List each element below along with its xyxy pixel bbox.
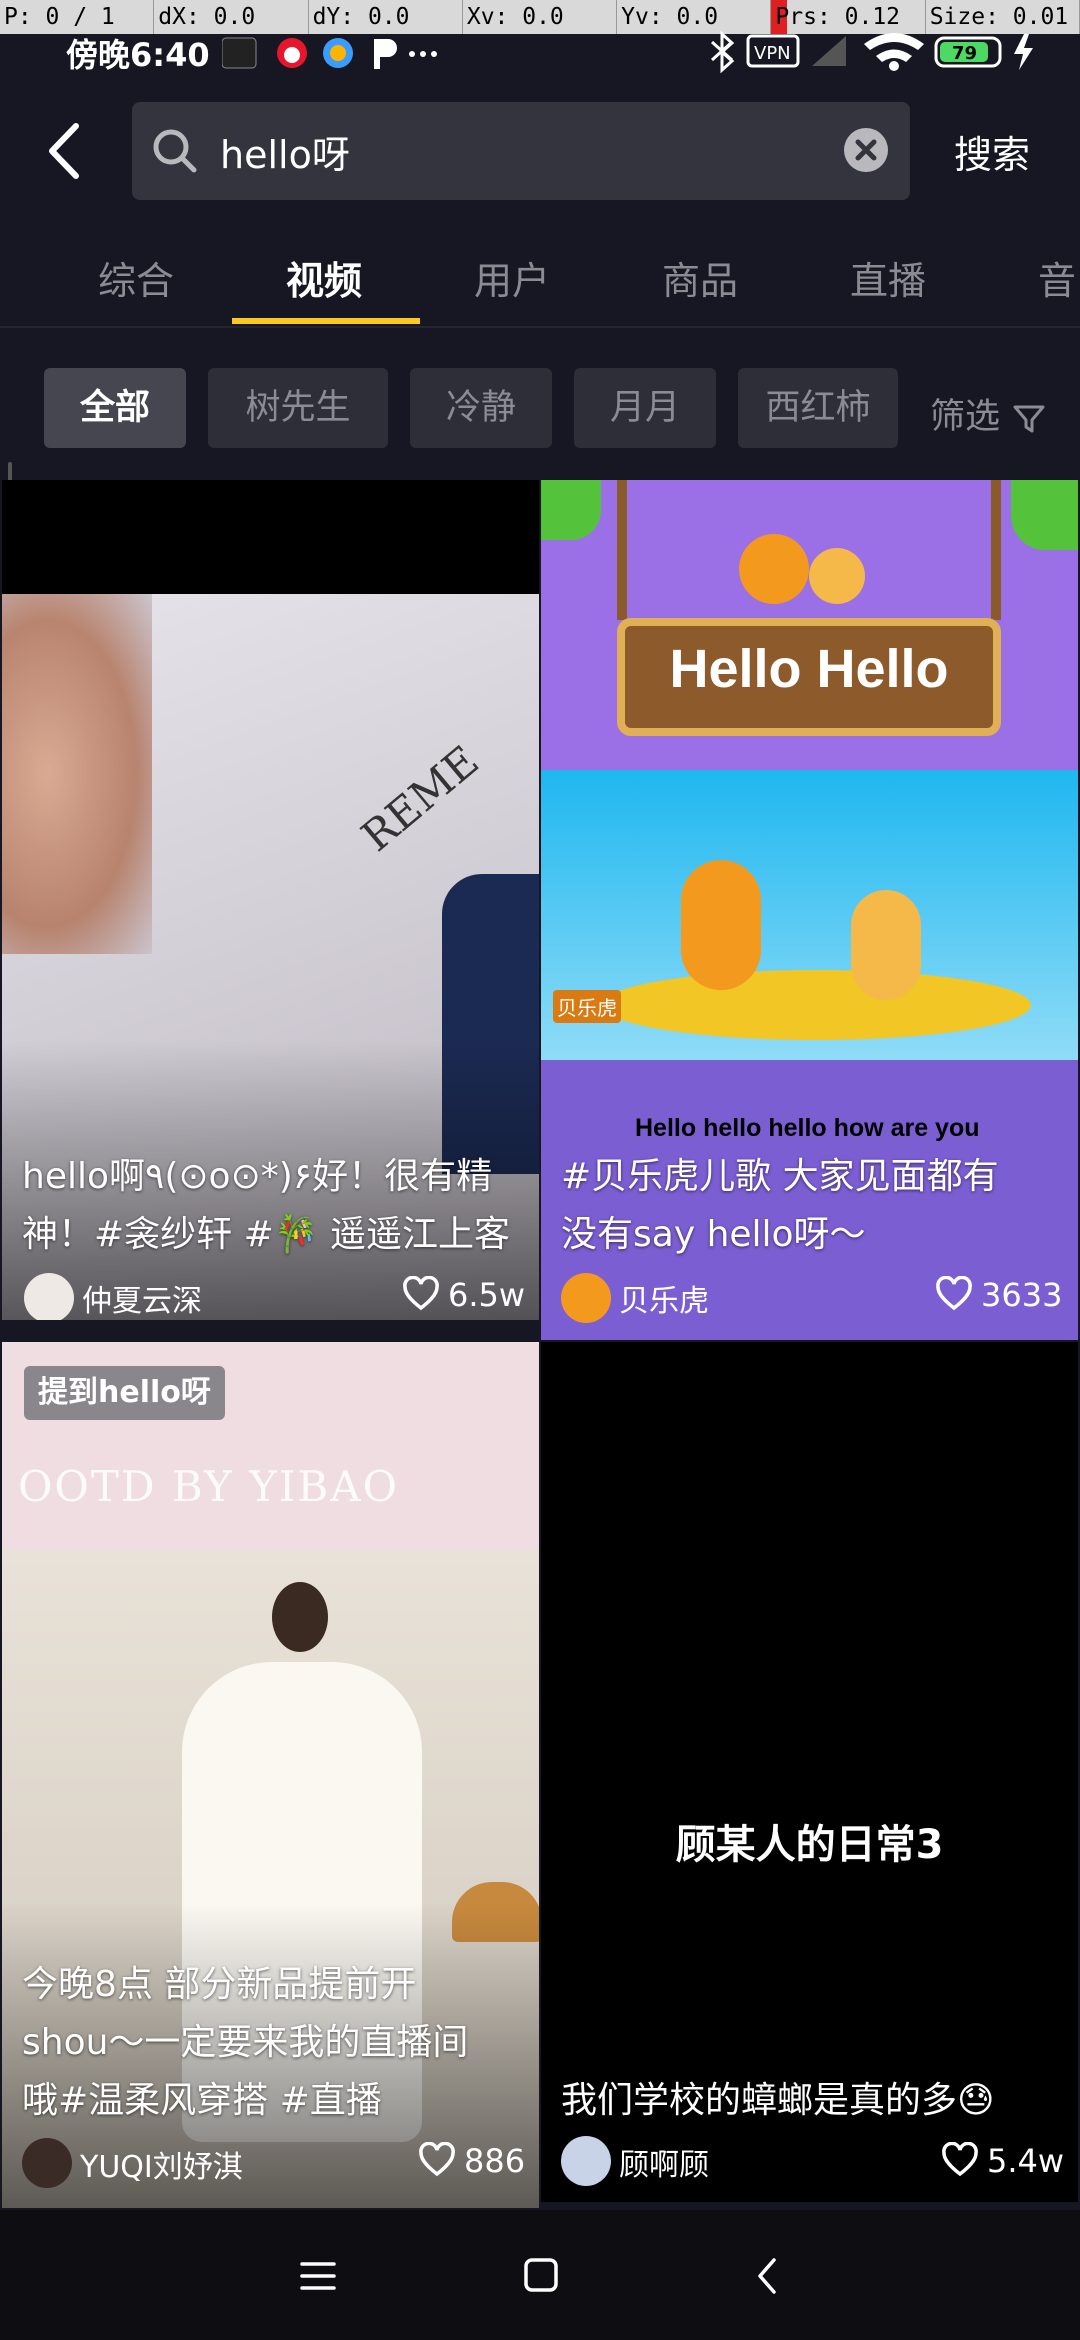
clear-search-button[interactable]: [844, 128, 888, 172]
filter-label: 筛选: [930, 397, 1001, 437]
heart-icon[interactable]: [935, 1276, 973, 1312]
video-caption-2: 没有say hello呀～: [561, 1214, 866, 1255]
debug-dx: dX: 0.0: [154, 0, 309, 34]
back-icon[interactable]: [752, 2256, 782, 2296]
video-caption: hello啊٩(⊙o⊙*)۶好！很有精: [22, 1156, 493, 1197]
tiger-icon: [681, 860, 761, 990]
search-icon: [153, 129, 197, 173]
notification-icons: [221, 37, 437, 69]
filter-button[interactable]: 筛选: [930, 388, 1047, 439]
tab-comprehensive[interactable]: 综合: [98, 250, 174, 305]
video-caption: #贝乐虎儿歌 大家见面都有: [561, 1156, 999, 1197]
search-button[interactable]: 搜索: [954, 124, 1030, 179]
charging-icon: [1014, 34, 1033, 70]
chip-lengjing[interactable]: 冷静: [410, 368, 552, 448]
like-count: 3633: [981, 1276, 1063, 1314]
video-caption-3: 哦#温柔风穿搭 #直播: [22, 2080, 382, 2121]
chip-xihongshi[interactable]: 西红柿: [738, 368, 898, 448]
person-head: [272, 1582, 328, 1652]
like-count: 886: [464, 2142, 526, 2180]
video-card-3[interactable]: OOTD BY YIBAO 提到hello呀 今晚8点 部分新品提前开 shou…: [2, 1342, 539, 2208]
video-card-1[interactable]: REME hello啊٩(⊙o⊙*)۶好！很有精 神！#衾纱轩 #🎋 遥遥江上客…: [2, 480, 539, 1320]
tab-live[interactable]: 直播: [850, 250, 926, 305]
tiger-icon: [851, 890, 921, 1000]
debug-prs: Prs: 0.12: [771, 0, 926, 34]
like-count: 5.4w: [987, 2142, 1065, 2180]
video-card-4[interactable]: 顾某人的日常3 我们学校的蟑螂是真的多😓 顾啊顾 5.4w: [541, 1342, 1078, 2202]
author-name[interactable]: 贝乐虎: [619, 1276, 709, 1320]
debug-dy: dY: 0.0: [309, 0, 463, 34]
debug-size: Size: 0.01: [926, 0, 1080, 34]
like-count: 6.5w: [448, 1276, 526, 1314]
status-icons: VPN 79: [704, 30, 1074, 78]
heart-icon[interactable]: [402, 1276, 440, 1312]
mention-badge: 提到hello呀: [24, 1366, 225, 1420]
bluetooth-icon: [710, 30, 735, 74]
video-thumbnail: Hello Hello: [541, 480, 1078, 770]
brand-logo: 贝乐虎: [553, 990, 621, 1023]
author-name[interactable]: 仲夏云深: [82, 1276, 202, 1320]
debug-pointer: P: 0 / 1: [0, 0, 155, 34]
tiger-icon: [739, 534, 809, 604]
app-icons-group: [221, 34, 442, 78]
active-tab-indicator: [232, 318, 420, 324]
filter-icon: [1013, 405, 1045, 433]
close-icon: [855, 139, 877, 161]
tab-users[interactable]: 用户: [474, 250, 550, 305]
avatar[interactable]: [22, 2138, 72, 2188]
video-caption-2: 神！#衾纱轩 #🎋 遥遥江上客: [22, 1214, 511, 1255]
video-caption: 今晚8点 部分新品提前开: [22, 1964, 417, 2005]
debug-xv: Xv: 0.0: [463, 0, 618, 34]
author-name[interactable]: 顾啊顾: [619, 2140, 709, 2184]
chip-yueyue[interactable]: 月月: [574, 368, 716, 448]
home-icon[interactable]: [522, 2256, 560, 2294]
video-caption: 我们学校的蟑螂是真的多😓: [561, 2080, 995, 2121]
system-nav-bar: [0, 2210, 1080, 2340]
back-arrow-icon[interactable]: [40, 116, 90, 186]
author-name[interactable]: YUQI刘妤淇: [80, 2142, 243, 2186]
search-query[interactable]: hello呀: [220, 124, 350, 179]
tab-video[interactable]: 视频: [286, 250, 362, 305]
tab-products[interactable]: 商品: [662, 250, 738, 305]
chip-all[interactable]: 全部: [44, 368, 186, 448]
status-time: 傍晚6:40: [66, 36, 210, 74]
pointer-debug-bar: P: 0 / 1 dX: 0.0 dY: 0.0 Xv: 0.0 Yv: 0.0…: [0, 0, 1080, 34]
tab-music[interactable]: 音: [1038, 250, 1076, 305]
tab-divider: [0, 326, 1080, 328]
svg-text:79: 79: [952, 43, 977, 64]
svg-text:VPN: VPN: [754, 43, 791, 64]
tiger-icon: [809, 548, 865, 604]
heart-icon[interactable]: [418, 2142, 456, 2178]
avatar[interactable]: [24, 1273, 74, 1320]
video-caption-2: shou～一定要来我的直播间: [22, 2022, 469, 2063]
video-card-2[interactable]: Hello Hello 贝乐虎 Hello hello hello how ar…: [541, 480, 1078, 1340]
menu-icon[interactable]: [298, 2258, 338, 2294]
wifi-icon: [864, 33, 924, 64]
chip-shuxiansheng[interactable]: 树先生: [208, 368, 388, 448]
heart-icon[interactable]: [941, 2142, 979, 2178]
signal-icon: [812, 36, 846, 66]
debug-yv: Yv: 0.0: [617, 0, 772, 34]
avatar[interactable]: [561, 2136, 611, 2186]
avatar[interactable]: [561, 1273, 611, 1323]
